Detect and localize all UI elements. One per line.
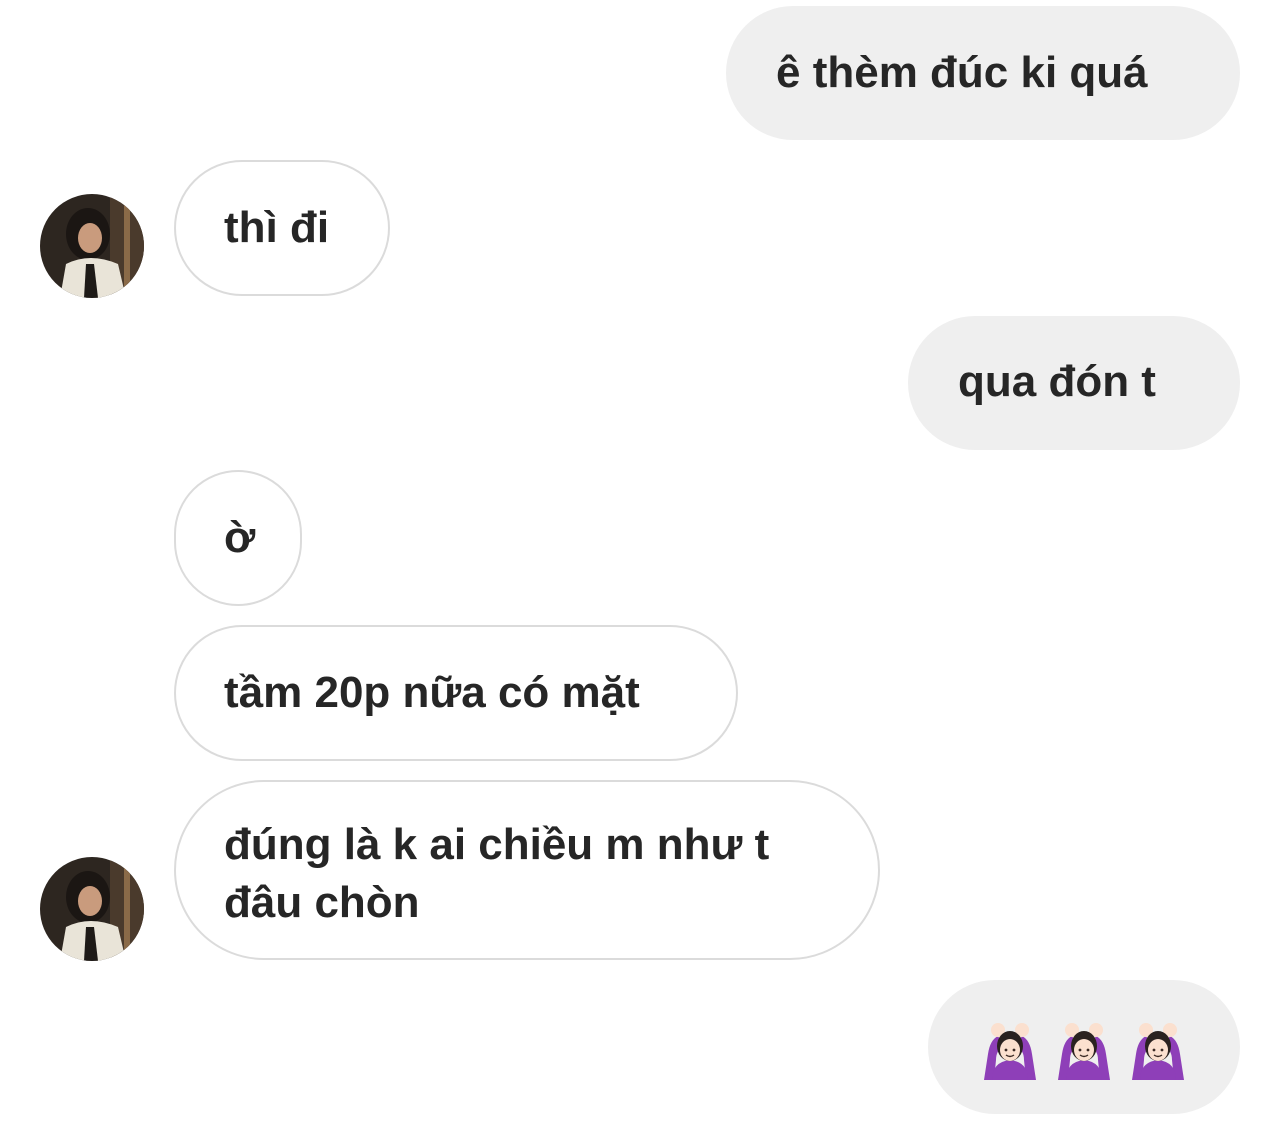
- message-bubble-incoming[interactable]: đúng là k ai chiều m như t đâu chòn: [174, 780, 880, 960]
- message-text: thì đi: [224, 203, 330, 252]
- message-bubble-incoming[interactable]: tầm 20p nữa có mặt: [174, 625, 738, 761]
- message-text: qua đón t: [958, 357, 1156, 406]
- message-text: đúng là k ai chiều m như t đâu chòn: [224, 820, 770, 927]
- contact-avatar[interactable]: [40, 194, 144, 298]
- message-bubble-outgoing[interactable]: qua đón t: [908, 316, 1240, 450]
- message-bubble-incoming[interactable]: ờ: [174, 470, 302, 606]
- message-bubble-outgoing[interactable]: [928, 980, 1240, 1114]
- message-text: ờ: [224, 513, 256, 562]
- avatar-photo: [40, 194, 144, 298]
- contact-avatar[interactable]: [40, 857, 144, 961]
- message-text: tầm 20p nữa có mặt: [224, 668, 640, 717]
- person-gesturing-ok-emoji: [978, 1016, 1042, 1095]
- message-text: ê thèm đúc ki quá: [776, 48, 1148, 97]
- emoji-row: [978, 1016, 1240, 1095]
- person-gesturing-ok-emoji: [1126, 1016, 1190, 1095]
- avatar-photo: [40, 857, 144, 961]
- person-gesturing-ok-emoji: [1052, 1016, 1116, 1095]
- message-bubble-incoming[interactable]: thì đi: [174, 160, 390, 296]
- message-bubble-outgoing[interactable]: ê thèm đúc ki quá: [726, 6, 1240, 140]
